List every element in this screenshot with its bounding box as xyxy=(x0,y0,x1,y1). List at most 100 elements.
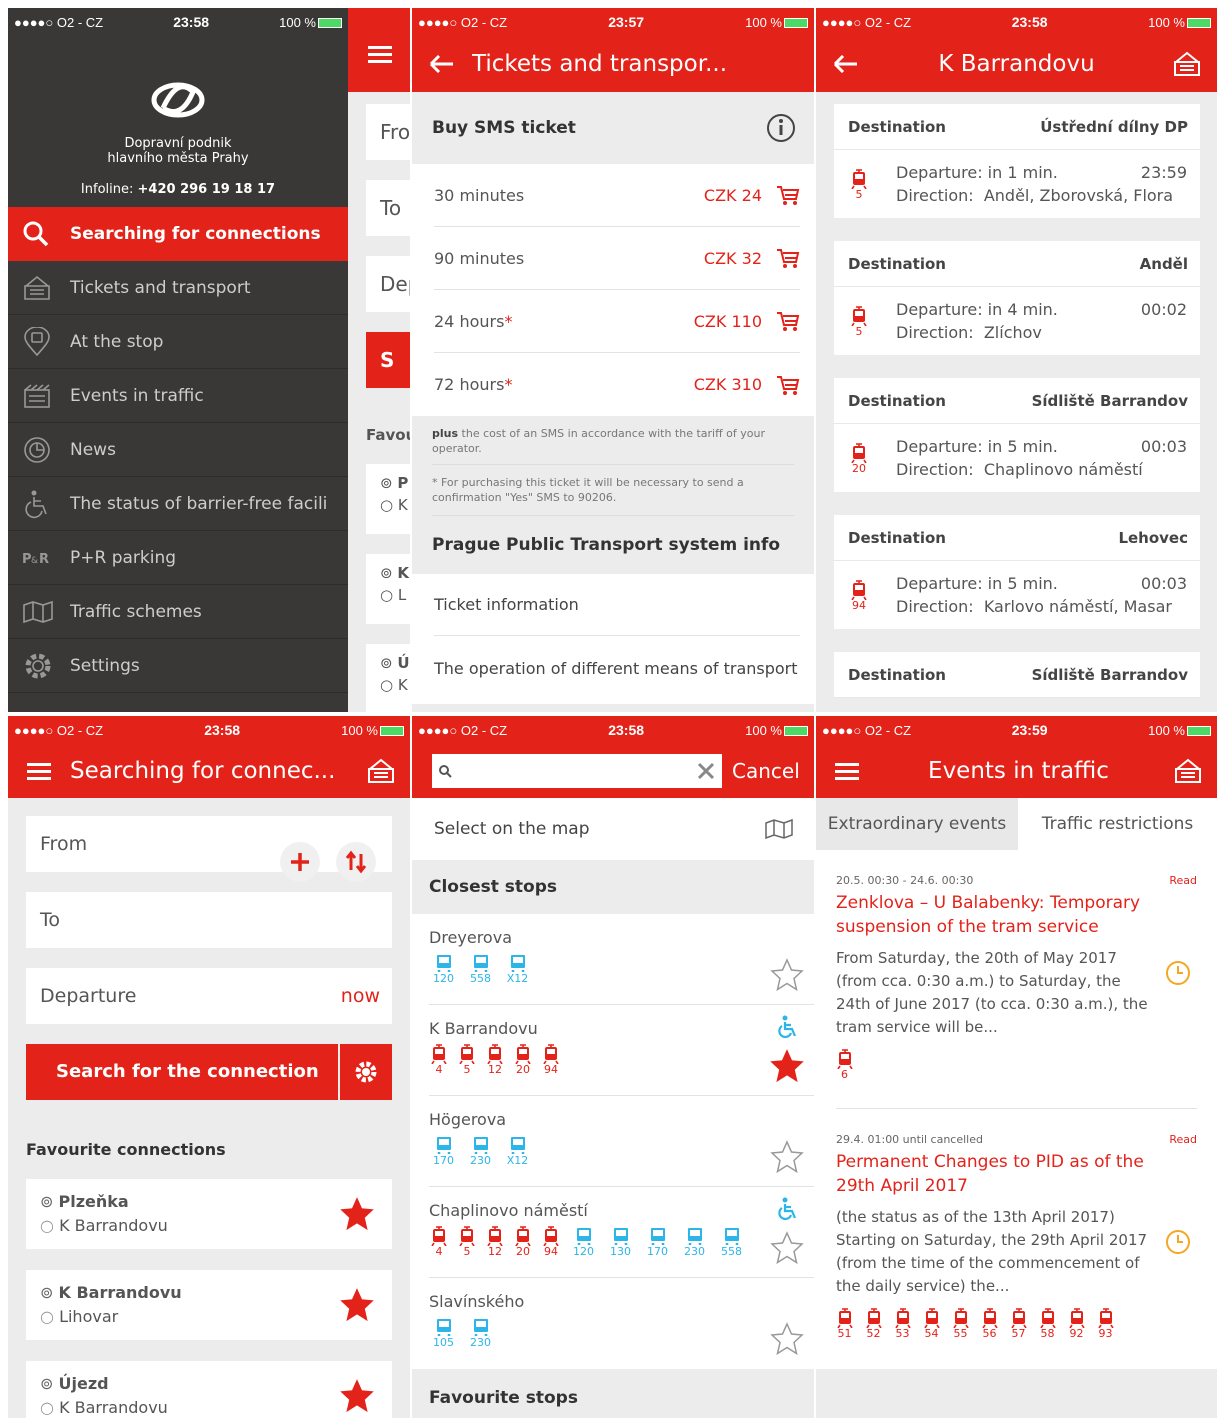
means-of-transport-link[interactable]: The operation of different means of tran… xyxy=(434,636,800,704)
ticket-row[interactable]: 30 minutes CZK 24 xyxy=(434,164,800,227)
bus-line-badge: 230 xyxy=(676,1226,713,1257)
from-field[interactable]: Fro xyxy=(366,104,410,160)
connection-from: Plzeňka xyxy=(58,1192,129,1211)
favourite-star-icon[interactable] xyxy=(770,1322,804,1356)
departure-card[interactable]: Destination Sídliště Barrandov xyxy=(834,652,1200,698)
favourite-star-icon[interactable] xyxy=(770,1231,804,1265)
status-bar: ●●●●○ O2 - CZ 23:59 100 % xyxy=(816,716,1217,744)
tab-traffic-restrictions[interactable]: Traffic restrictions xyxy=(1018,798,1217,850)
ticket-icon[interactable] xyxy=(1159,757,1217,785)
cart-icon[interactable] xyxy=(776,374,800,396)
event-item[interactable]: 20.5. 00:30 - 24.6. 00:30 Read Zenklova – … xyxy=(836,850,1197,1109)
tram-line-badge: 12 xyxy=(481,1044,509,1075)
to-field[interactable]: To xyxy=(26,892,392,948)
event-item[interactable]: 29.4. 01:00 until cancelled Read Permanent… xyxy=(836,1109,1197,1369)
drawer-item-events-in-traffic[interactable]: Events in traffic xyxy=(8,369,348,423)
favourite-star-icon[interactable] xyxy=(340,1197,374,1231)
departure-card[interactable]: Destination Lehovec 94 Departure: in 5 min.… xyxy=(834,515,1200,629)
back-arrow-icon[interactable] xyxy=(412,55,472,73)
ticket-row[interactable]: 72 hours* CZK 310 xyxy=(434,353,800,416)
favourite-star-icon[interactable] xyxy=(770,958,804,992)
ticket-icon[interactable] xyxy=(352,757,410,785)
stop-row[interactable]: Slavínského 105 230 xyxy=(429,1278,814,1369)
tram-icon xyxy=(851,579,867,600)
cart-icon[interactable] xyxy=(776,247,800,269)
stop-row[interactable]: Dreyerova 120 558 X12 xyxy=(429,914,814,1005)
tram-icon xyxy=(1010,1308,1027,1328)
drawer-item-settings[interactable]: Settings xyxy=(8,639,348,693)
favourite-star-icon[interactable] xyxy=(340,1288,374,1322)
drawer-header: Dopravní podnik hlavního města Prahy Inf… xyxy=(8,36,348,207)
search-settings-button[interactable] xyxy=(340,1044,392,1100)
cart-icon[interactable] xyxy=(776,310,800,332)
sms-cost-note: plus the cost of an SMS in accordance wi… xyxy=(432,426,794,465)
drawer-item-p-r-parking[interactable]: P & R P+R parking xyxy=(8,531,348,585)
cancel-button[interactable]: Cancel xyxy=(732,759,800,783)
org-name-line2: hlavního města Prahy xyxy=(107,151,249,166)
menu-icon[interactable] xyxy=(816,761,878,781)
stop-row[interactable]: K Barrandovu 4 5 12 20 94 xyxy=(429,1005,814,1096)
event-title[interactable]: Zenklova – U Balabenky: Temporary suspen… xyxy=(836,891,1197,939)
favourite-connection[interactable]: ⊚ K Barrandovu ○ Lihovar xyxy=(26,1270,392,1340)
menu-icon[interactable] xyxy=(8,761,70,781)
select-on-map[interactable]: Select on the map xyxy=(412,798,814,860)
event-title[interactable]: Permanent Changes to PID as of the 29th … xyxy=(836,1150,1197,1198)
ticket-icon[interactable] xyxy=(1157,50,1217,78)
tram-icon xyxy=(836,1308,853,1328)
tram-line-badge: 52 xyxy=(859,1308,888,1339)
fav-row[interactable]: ⊚ Ú ○ K xyxy=(366,644,410,712)
tram-line-badge: 92 xyxy=(1062,1308,1091,1339)
drawer-item-news[interactable]: News xyxy=(8,423,348,477)
back-arrow-icon[interactable] xyxy=(816,55,876,73)
drawer-item-label: Settings xyxy=(70,655,140,676)
add-via-button[interactable] xyxy=(280,842,320,882)
info-icon[interactable] xyxy=(766,113,796,143)
cart-icon[interactable] xyxy=(776,184,800,206)
fav-row[interactable]: ⊚ P ○ K xyxy=(366,464,410,534)
favourite-connection[interactable]: ⊚ Újezd ○ K Barrandovu xyxy=(26,1361,392,1418)
pr-parking-icon: P & R xyxy=(22,548,70,568)
swap-button[interactable] xyxy=(336,842,376,882)
ticket-row[interactable]: 90 minutes CZK 32 xyxy=(434,227,800,290)
stop-row[interactable]: Chaplinovo náměstí 4 5 12 20 94 120 130 170 230 55… xyxy=(429,1187,814,1278)
drawer-item-searching-for-connections[interactable]: Searching for connections xyxy=(8,207,348,261)
drawer-item-tickets-and-transport[interactable]: Tickets and transport xyxy=(8,261,348,315)
tram-icon xyxy=(836,1049,853,1069)
favourite-connection[interactable]: ⊚ Plzeňka ○ K Barrandovu xyxy=(26,1179,392,1249)
departure-card[interactable]: Destination Sídliště Barrandov 20 Departure… xyxy=(834,378,1200,492)
departure-field[interactable]: Dep xyxy=(366,256,410,312)
to-field[interactable]: To xyxy=(366,180,410,236)
drawer-item-the-status-of-barrier-free-facili[interactable]: The status of barrier-free facili xyxy=(8,477,348,531)
tram-line-badge: 4 xyxy=(425,1044,453,1075)
fav-row[interactable]: ⊚ K ○ L xyxy=(366,554,410,624)
favourite-star-icon[interactable] xyxy=(770,1140,804,1174)
bus-icon xyxy=(473,1135,489,1155)
ticket-information-link[interactable]: Ticket information xyxy=(434,574,800,636)
bus-line-badge: 170 xyxy=(639,1226,676,1257)
ticket-duration: 24 hours* xyxy=(434,311,513,331)
tab-extraordinary-events[interactable]: Extraordinary events xyxy=(816,798,1018,850)
header: Events in traffic xyxy=(816,744,1217,798)
ticket-price: CZK 32 xyxy=(703,248,762,268)
stop-search-input[interactable] xyxy=(432,754,722,788)
favourite-star-icon[interactable] xyxy=(770,1049,804,1083)
departure-card[interactable]: Destination Ústřední dílny DP 5 Departure: … xyxy=(834,104,1200,218)
stop-row[interactable]: Högerova 170 230 X12 xyxy=(429,1096,814,1187)
bus-line-badge: 170 xyxy=(425,1135,462,1166)
clear-icon[interactable] xyxy=(696,761,716,781)
search-button[interactable]: S xyxy=(366,332,410,388)
departure-field[interactable]: Departure now xyxy=(26,968,392,1024)
infoline[interactable]: Infoline: +420 296 19 18 17 xyxy=(8,182,348,197)
search-connection-button[interactable]: Search for the connection xyxy=(26,1044,338,1100)
ticket-row[interactable]: 24 hours* CZK 110 xyxy=(434,290,800,353)
header: Searching for connec... xyxy=(8,744,410,798)
nav-drawer: ●●●●○ O2 - CZ 23:58 100 % Dopravní podnik … xyxy=(8,8,348,712)
drawer-item-traffic-schemes[interactable]: Traffic schemes xyxy=(8,585,348,639)
tram-icon xyxy=(431,1226,447,1246)
departure-card[interactable]: Destination Anděl 5 Departure: in 4 min. 00:… xyxy=(834,241,1200,355)
favourite-star-icon[interactable] xyxy=(340,1379,374,1413)
stop-name: Dreyerova xyxy=(429,928,512,947)
clock-icon xyxy=(1165,960,1191,986)
drawer-item-at-the-stop[interactable]: At the stop xyxy=(8,315,348,369)
bus-icon xyxy=(436,953,452,973)
